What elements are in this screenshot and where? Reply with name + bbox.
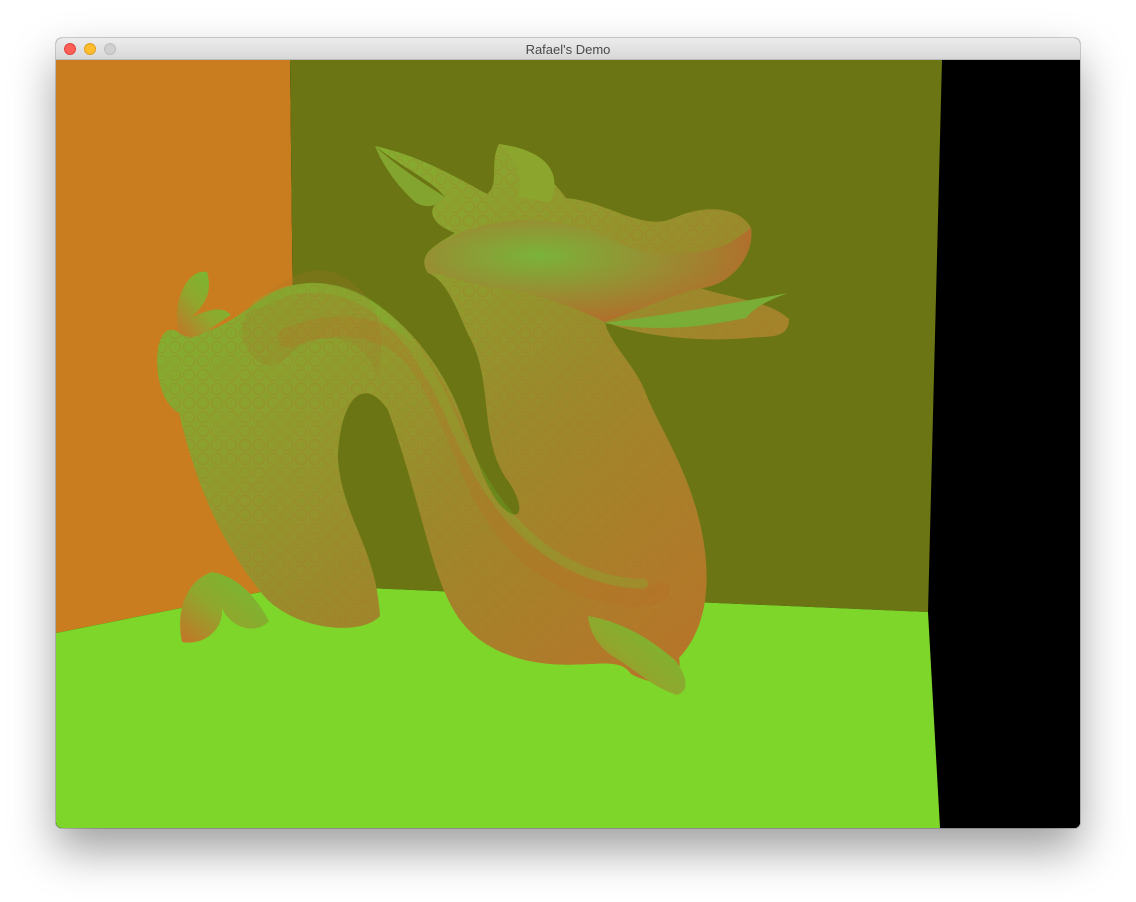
demo-window[interactable]: Rafael's Demo bbox=[56, 38, 1080, 828]
title-bar[interactable]: Rafael's Demo bbox=[56, 38, 1080, 60]
window-title: Rafael's Demo bbox=[525, 42, 611, 57]
scene-canvas[interactable] bbox=[56, 60, 1080, 828]
desktop: Rafael's Demo bbox=[0, 0, 1136, 902]
render-viewport[interactable] bbox=[56, 60, 1080, 828]
